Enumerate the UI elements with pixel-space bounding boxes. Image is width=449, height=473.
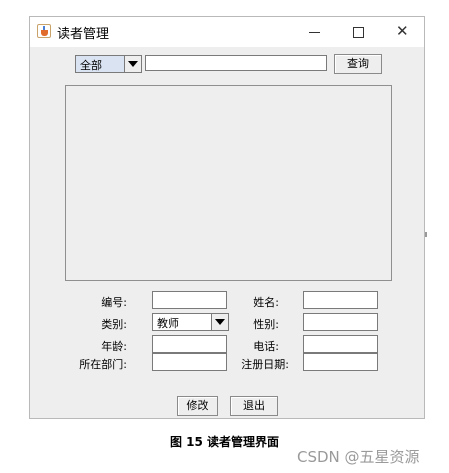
- window-title: 读者管理: [57, 27, 110, 42]
- modify-button[interactable]: 修改: [177, 396, 218, 416]
- minimize-icon: [309, 32, 320, 33]
- name-label: 姓名:: [253, 296, 279, 309]
- department-label: 所在部门:: [79, 358, 127, 371]
- reader-management-window: 读者管理 ✕ 全部 查询 编号: 姓名: 类别: 教师 性别: 年龄: 电话: …: [29, 16, 425, 419]
- search-category-select[interactable]: 全部: [75, 55, 142, 73]
- query-button[interactable]: 查询: [334, 54, 382, 74]
- search-category-dropdown-button[interactable]: [124, 56, 141, 72]
- maximize-button[interactable]: [336, 17, 380, 47]
- search-category-value: 全部: [80, 59, 102, 72]
- phone-field[interactable]: [303, 335, 378, 353]
- gender-label: 性别:: [253, 318, 279, 331]
- minimize-button[interactable]: [292, 17, 336, 47]
- watermark: CSDN @五星资源: [297, 448, 420, 466]
- department-field[interactable]: [152, 353, 227, 371]
- window-edge-mark: [425, 232, 427, 237]
- phone-label: 电话:: [253, 340, 279, 353]
- id-label: 编号:: [101, 296, 127, 309]
- reader-table[interactable]: [65, 85, 392, 281]
- java-app-icon: [37, 24, 51, 38]
- type-label: 类别:: [101, 318, 127, 331]
- close-button[interactable]: ✕: [380, 17, 424, 47]
- age-label: 年龄:: [101, 340, 127, 353]
- search-input[interactable]: [145, 55, 327, 71]
- type-value: 教师: [157, 317, 179, 330]
- maximize-icon: [353, 27, 364, 38]
- registration-date-label: 注册日期:: [241, 358, 289, 371]
- close-icon: ✕: [396, 22, 409, 40]
- registration-date-field[interactable]: [303, 353, 378, 371]
- gender-field[interactable]: [303, 313, 378, 331]
- exit-button[interactable]: 退出: [230, 396, 278, 416]
- title-bar[interactable]: 读者管理 ✕: [30, 17, 424, 47]
- chevron-down-icon: [128, 61, 138, 67]
- name-field[interactable]: [303, 291, 378, 309]
